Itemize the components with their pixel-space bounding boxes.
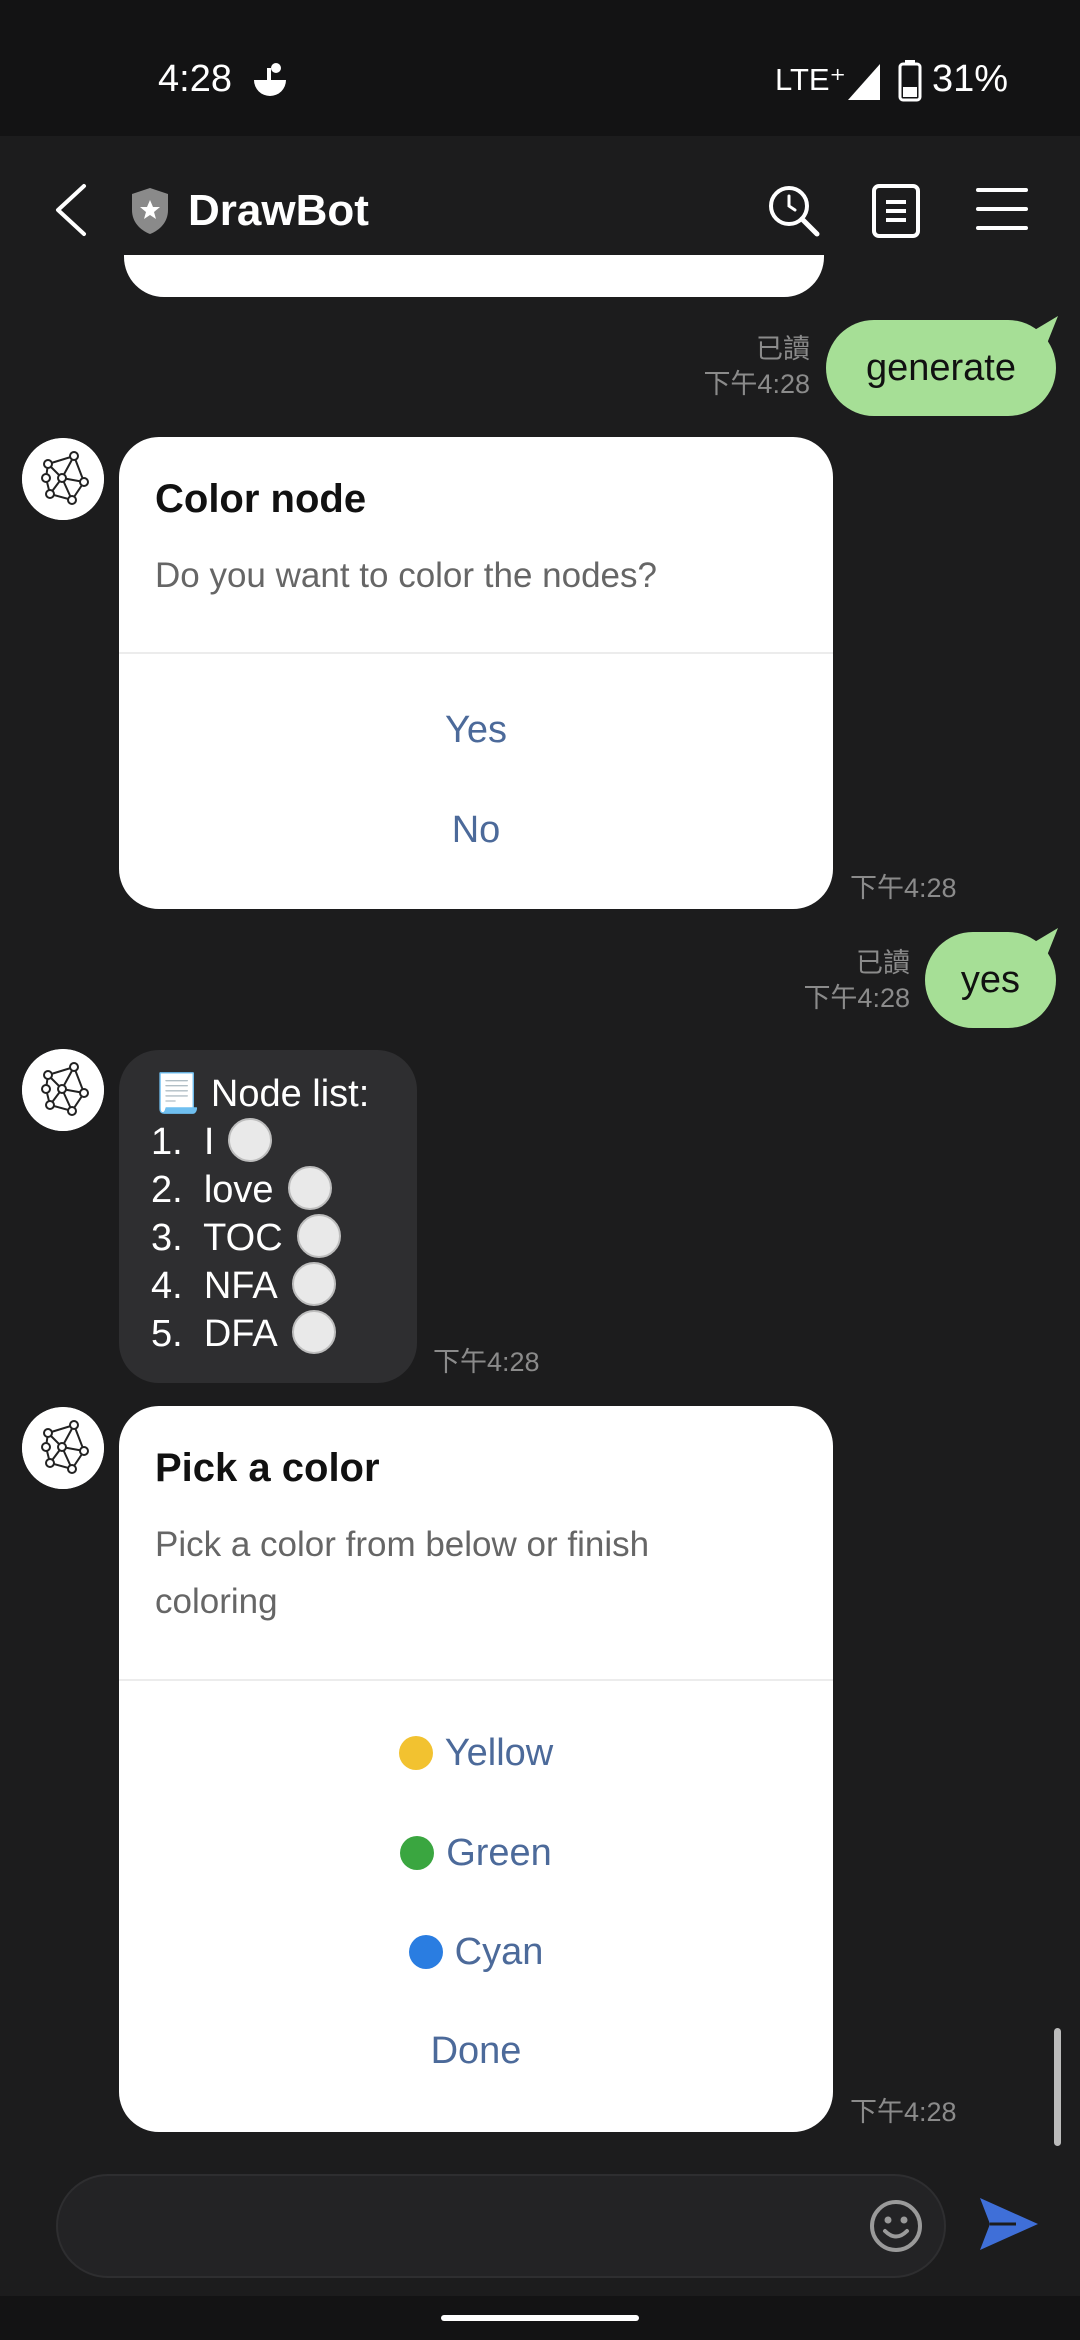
node-list: 1. I 2. love 3. TOC 4. NFA 5. DFA xyxy=(151,1118,341,1358)
list-item: 5. DFA xyxy=(151,1310,341,1358)
message-text: yes xyxy=(960,958,1021,1001)
message-time: 下午4:28 xyxy=(850,2097,957,2127)
verified-shield-icon xyxy=(132,188,168,234)
pick-color-card: Pick a color Pick a color from below or … xyxy=(119,1406,833,2132)
scrollbar[interactable] xyxy=(1054,2028,1061,2146)
notification-icon xyxy=(254,63,286,96)
send-icon[interactable] xyxy=(976,2192,1042,2256)
white-circle-icon xyxy=(291,1262,336,1306)
back-arrow-icon[interactable] xyxy=(48,180,94,240)
card-divider xyxy=(119,652,833,654)
green-button[interactable]: Green xyxy=(119,1832,833,1875)
white-circle-icon xyxy=(287,1166,332,1210)
yellow-button[interactable]: Yellow xyxy=(119,1732,833,1775)
signal-icon xyxy=(848,64,880,100)
green-circle-icon xyxy=(400,1836,435,1870)
list-item: 2. love xyxy=(151,1166,341,1214)
done-button[interactable]: Done xyxy=(119,2030,833,2073)
message-text: generate xyxy=(865,346,1016,389)
white-circle-icon xyxy=(296,1214,341,1258)
yes-button[interactable]: Yes xyxy=(119,709,833,752)
home-indicator[interactable] xyxy=(441,2315,639,2321)
network-type: LTE⁺ xyxy=(775,62,846,97)
white-circle-icon xyxy=(291,1310,336,1354)
emoji-icon[interactable] xyxy=(868,2198,924,2254)
message-status: 已讀 下午4:28 xyxy=(640,332,810,402)
cyan-button[interactable]: Cyan xyxy=(119,1931,833,1974)
yellow-circle-icon xyxy=(398,1736,433,1770)
user-message-bubble: yes xyxy=(925,932,1056,1028)
battery-icon xyxy=(898,60,922,102)
menu-icon[interactable] xyxy=(974,186,1030,232)
white-circle-icon xyxy=(228,1118,273,1162)
node-list-heading: 📃 Node list: xyxy=(153,1073,370,1115)
read-receipt: 已讀 xyxy=(756,334,810,364)
card-description: Pick a color from below or finish colori… xyxy=(155,1525,650,1621)
blue-circle-icon xyxy=(408,1935,443,1969)
message-time: 下午4:28 xyxy=(803,983,910,1013)
bot-avatar[interactable] xyxy=(22,1049,104,1131)
chat-title: DrawBot xyxy=(188,186,369,235)
message-time: 下午4:28 xyxy=(703,369,810,399)
message-input[interactable] xyxy=(56,2174,946,2278)
card-description: Do you want to color the nodes? xyxy=(155,556,657,595)
list-item: 4. NFA xyxy=(151,1262,341,1310)
previous-card xyxy=(124,255,824,297)
battery-percent: 31% xyxy=(932,58,1009,100)
bot-avatar[interactable] xyxy=(22,1407,104,1489)
message-status: 已讀 下午4:28 xyxy=(740,946,910,1016)
status-time: 4:28 xyxy=(158,58,232,100)
message-time: 下午4:28 xyxy=(433,1347,540,1377)
no-button[interactable]: No xyxy=(119,809,833,852)
notes-icon[interactable] xyxy=(870,182,922,238)
search-icon[interactable] xyxy=(765,182,821,238)
card-title: Pick a color xyxy=(155,1446,380,1490)
list-item: 1. I xyxy=(151,1118,341,1166)
user-message-bubble: generate xyxy=(826,320,1056,416)
read-receipt: 已讀 xyxy=(856,948,910,978)
card-divider xyxy=(119,1679,833,1681)
list-item: 3. TOC xyxy=(151,1214,341,1262)
message-time: 下午4:28 xyxy=(850,873,957,903)
card-title: Color node xyxy=(155,477,367,521)
node-list-bubble: 📃 Node list: 1. I 2. love 3. TOC 4. NFA … xyxy=(119,1050,417,1383)
bot-avatar[interactable] xyxy=(22,438,104,520)
color-node-card: Color node Do you want to color the node… xyxy=(119,437,833,909)
